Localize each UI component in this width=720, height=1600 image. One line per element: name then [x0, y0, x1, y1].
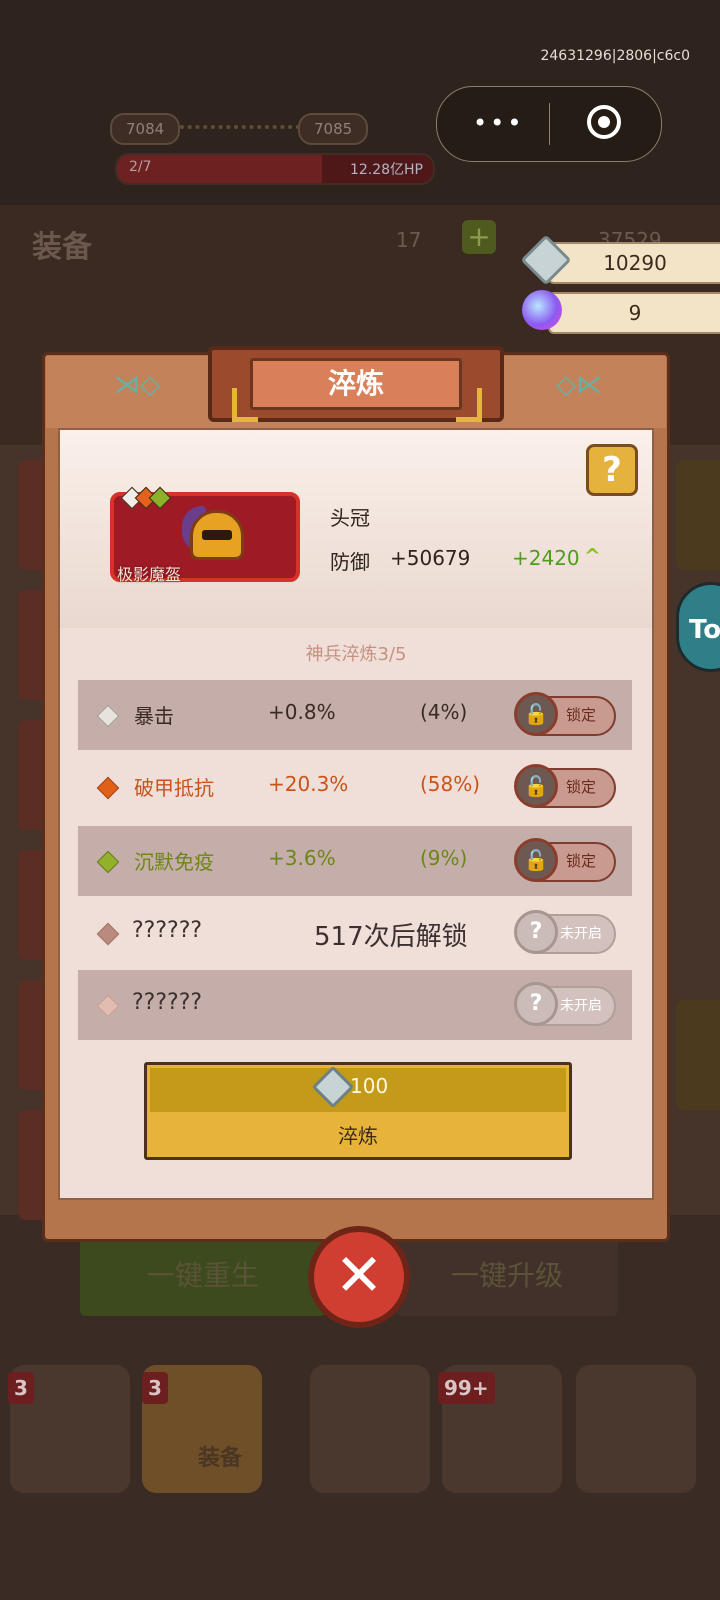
close-miniprogram-icon[interactable] — [587, 105, 621, 139]
question-icon: ? — [514, 982, 558, 1026]
nav-tab-skills[interactable] — [310, 1365, 430, 1493]
unlock-icon: 🔓 — [514, 764, 558, 808]
equipment-count: 17 — [396, 228, 422, 252]
helmet-visor — [202, 530, 232, 540]
plaque-corner — [232, 388, 258, 422]
attribute-value: +20.3% — [268, 772, 349, 796]
attribute-row: 沉默免疫 +3.6% (9%) 🔓 锁定 — [78, 826, 632, 896]
not-open-label: 未开启 — [560, 926, 602, 942]
attribute-percent: (9%) — [420, 846, 468, 870]
boss-hp-value: 12.28亿HP — [349, 162, 423, 178]
lock-label: 锁定 — [566, 706, 597, 724]
current-level-badge: 7084 — [110, 113, 181, 145]
refine-cost: 100 — [350, 1074, 389, 1098]
unlock-condition: 517次后解锁 — [314, 922, 468, 952]
next-level-badge: 7085 — [298, 113, 369, 145]
stat-bonus: +2420 — [512, 546, 580, 570]
list-item[interactable] — [676, 460, 720, 570]
one-click-rebirth-button[interactable]: 一键重生 — [80, 1236, 326, 1316]
crystal-resource: 10290 — [548, 242, 720, 284]
fish-emblem-icon: ◇⋉ — [556, 370, 602, 400]
item-slot: 头冠 — [330, 506, 370, 530]
attribute-row: 暴击 +0.8% (4%) 🔓 锁定 — [78, 680, 632, 750]
more-icon[interactable]: ••• — [473, 109, 524, 137]
stat-value: +50679 — [390, 546, 471, 570]
one-click-upgrade-button[interactable]: 一键升级 — [396, 1236, 618, 1316]
item-name: 极影魔盔 — [117, 565, 182, 584]
green-gem-icon — [96, 850, 120, 874]
wave-counter: 2/7 — [129, 159, 152, 175]
locked-attribute-row: ?????? 517次后解锁 ? 未开启 — [78, 898, 632, 968]
close-button[interactable]: ✕ — [308, 1226, 410, 1328]
nav-badge: 99+ — [438, 1372, 495, 1404]
orb-resource: 9 — [548, 292, 720, 334]
hidden-attribute-name: ?????? — [132, 990, 203, 1015]
stat-label: 防御 — [330, 550, 370, 574]
up-arrow-icon: ^ — [584, 544, 601, 568]
plaque-corner — [456, 388, 482, 422]
hidden-attribute-name: ?????? — [132, 918, 203, 943]
add-icon[interactable]: + — [462, 220, 496, 254]
lock-label: 锁定 — [566, 852, 597, 870]
attribute-name: 沉默免疫 — [134, 850, 214, 874]
lock-label: 锁定 — [566, 778, 597, 796]
orange-gem-icon — [96, 776, 120, 800]
fish-emblem-icon: ⋊◇ — [114, 370, 160, 400]
boss-hp-bar: 2/7 12.28亿HP — [115, 153, 435, 185]
attribute-name: 破甲抵抗 — [134, 776, 214, 800]
capsule-divider — [549, 103, 550, 145]
locked-attribute-row: ?????? ? 未开启 — [78, 970, 632, 1040]
attribute-value: +0.8% — [268, 700, 336, 724]
not-open-label: 未开启 — [560, 998, 602, 1014]
locked-gem-icon — [96, 922, 120, 946]
nav-badge: 3 — [8, 1372, 34, 1404]
white-gem-icon — [96, 704, 120, 728]
attribute-percent: (4%) — [420, 700, 468, 724]
side-tab[interactable]: To — [676, 582, 720, 672]
refine-progress: 神兵淬炼3/5 — [305, 644, 407, 665]
mini-program-capsule: ••• — [436, 86, 662, 162]
level-path — [180, 125, 300, 133]
equipment-title: 装备 — [32, 230, 92, 265]
list-item[interactable] — [676, 1000, 720, 1110]
attribute-value: +3.6% — [268, 846, 336, 870]
magic-orb-icon — [522, 290, 562, 330]
question-icon: ? — [514, 910, 558, 954]
nav-tab-map[interactable] — [576, 1365, 696, 1493]
attribute-name: 暴击 — [134, 704, 174, 728]
dialog-title: 淬炼 — [250, 358, 462, 410]
unlock-icon: 🔓 — [514, 692, 558, 736]
locked-gem-icon — [96, 994, 120, 1018]
build-id-text: 24631296|2806|c6c0 — [540, 48, 690, 64]
nav-badge: 3 — [142, 1372, 168, 1404]
attribute-row: 破甲抵抗 +20.3% (58%) 🔓 锁定 — [78, 752, 632, 822]
refine-button-label: 淬炼 — [338, 1124, 378, 1148]
nav-tab-label: 装备 — [198, 1446, 243, 1471]
help-button[interactable]: ? — [586, 444, 638, 496]
attribute-percent: (58%) — [420, 772, 481, 796]
unlock-icon: 🔓 — [514, 838, 558, 882]
